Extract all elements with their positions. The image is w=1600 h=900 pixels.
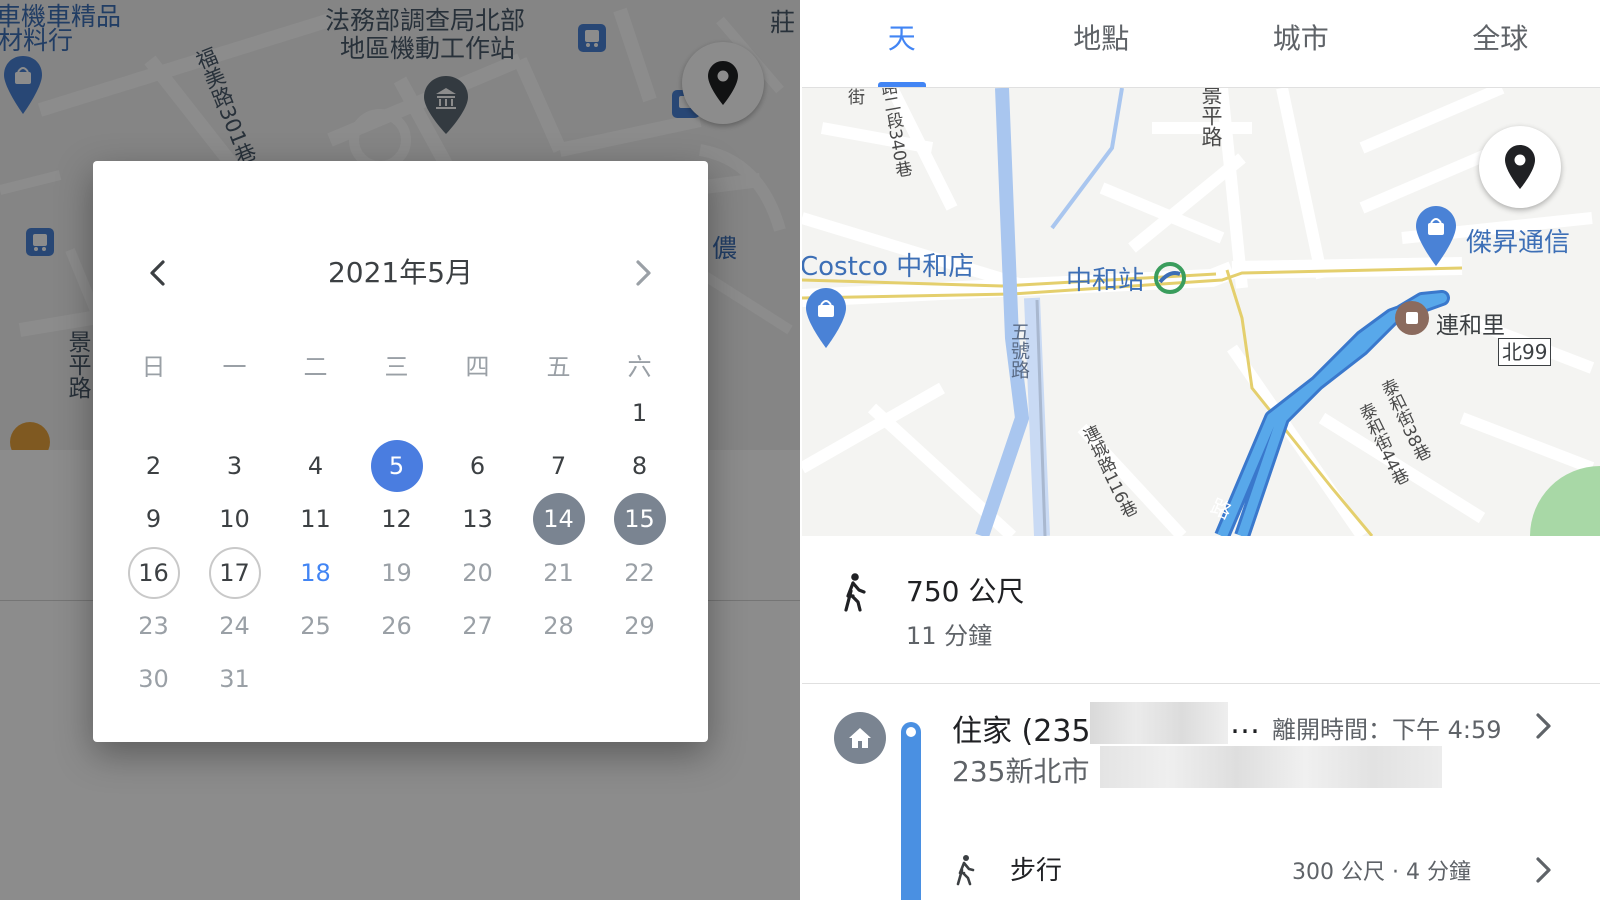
weekday-thu: 四	[465, 353, 490, 381]
tab-day[interactable]: 天	[802, 0, 1002, 87]
map-label-costco: Costco 中和店	[802, 252, 975, 282]
calendar-day[interactable]: 22	[599, 546, 680, 599]
map-pin-button[interactable]	[1479, 126, 1561, 208]
calendar-day[interactable]: 1	[599, 386, 680, 439]
weekday-mon: 一	[222, 353, 247, 381]
map-label-road-ping: 景平路	[1199, 88, 1223, 147]
depart-time: 離開時間：下午 4:59	[1272, 716, 1502, 744]
right-panel: 天 地點 城市 全球 Costco 中和店 中和站 傑昇通信 連和里 北99 路…	[802, 0, 1600, 900]
route-timeline	[901, 722, 921, 900]
calendar-day-selected[interactable]: 5	[356, 439, 437, 492]
calendar-day[interactable]: 6	[437, 439, 518, 492]
screen: 車機車精品 材料行 法務部調查局北部 地區機動工作站 福美路301巷 景平路 莊…	[0, 0, 1600, 900]
empty-cell	[113, 386, 194, 439]
calendar-day[interactable]: 20	[437, 546, 518, 599]
calendar-day[interactable]: 9	[113, 493, 194, 546]
calendar-day[interactable]: 26	[356, 599, 437, 652]
walk-icon	[844, 573, 866, 612]
map-label-road-jie: 街	[844, 88, 864, 105]
calendar-day[interactable]: 8	[599, 439, 680, 492]
calendar-day[interactable]: 11	[275, 493, 356, 546]
calendar-day-highlighted[interactable]: 14	[518, 493, 599, 546]
shopping-bag-icon[interactable]	[806, 288, 846, 348]
walk-icon	[956, 855, 975, 886]
calendar-day[interactable]: 3	[194, 439, 275, 492]
walk-step-label: 步行	[1010, 856, 1063, 886]
calendar-day[interactable]: 2	[113, 439, 194, 492]
calendar-month-title: 2021年5月	[327, 256, 474, 289]
calendar-day[interactable]: 21	[518, 546, 599, 599]
name-ellipsis: …	[1230, 706, 1260, 741]
chevron-right-icon[interactable]	[1532, 856, 1556, 884]
tab-indicator	[877, 82, 926, 87]
calendar-header: 2021年5月	[93, 246, 708, 300]
date-picker-dialog: 2021年5月 日 一 二 三 四 五 六 1 2 3 4 5 6 7 8 9 …	[93, 161, 708, 742]
route-start-dot	[906, 727, 916, 737]
previous-month-button[interactable]	[137, 251, 177, 295]
calendar-day[interactable]: 31	[194, 652, 275, 705]
calendar-day[interactable]: 30	[113, 652, 194, 705]
next-month-button[interactable]	[624, 251, 664, 295]
walk-step-meta: 300 公尺 · 4 分鐘	[1292, 860, 1471, 885]
empty-cell	[518, 386, 599, 439]
route-step-home[interactable]: 住家 (235 … 離開時間：下午 4:59 235新北市 步行 300 公尺 …	[802, 700, 1600, 900]
map-label-store: 傑昇通信	[1466, 228, 1571, 258]
left-panel: 車機車精品 材料行 法務部調查局北部 地區機動工作站 福美路301巷 景平路 莊…	[0, 0, 800, 900]
weekday-wed: 三	[384, 353, 409, 381]
empty-cell	[437, 386, 518, 439]
home-icon	[849, 728, 871, 748]
redacted-block	[1100, 746, 1442, 788]
tab-places[interactable]: 地點	[1002, 0, 1202, 87]
calendar-day[interactable]: 28	[518, 599, 599, 652]
redacted-block	[1090, 702, 1228, 744]
shopping-bag-icon[interactable]	[1416, 206, 1456, 266]
calendar-day[interactable]: 25	[275, 599, 356, 652]
map-label-station: 中和站	[1066, 266, 1145, 296]
chevron-right-icon	[636, 260, 651, 286]
calendar-day-outlined[interactable]: 16	[113, 546, 194, 599]
weekday-fri: 五	[546, 353, 571, 381]
calendar-day[interactable]: 23	[113, 599, 194, 652]
route-distance: 750 公尺	[906, 575, 1025, 608]
calendar-day[interactable]: 7	[518, 439, 599, 492]
weekday-sun: 日	[141, 353, 166, 381]
start-place-name: 住家 (235	[952, 714, 1091, 749]
calendar-day-outlined[interactable]: 17	[194, 546, 275, 599]
calendar-day[interactable]: 27	[437, 599, 518, 652]
calendar-day-highlighted[interactable]: 15	[599, 493, 680, 546]
calendar-day[interactable]: 12	[356, 493, 437, 546]
chevron-left-icon	[150, 260, 165, 286]
map-label-road-wuyi: 五號路	[1008, 322, 1030, 379]
calendar-day-grid: 1 2 3 4 5 6 7 8 9 10 11 12 13 14 15 16 1…	[113, 386, 681, 706]
weekday-tue: 二	[303, 353, 328, 381]
destination-marker-icon[interactable]	[1394, 300, 1430, 336]
scope-tabs: 天 地點 城市 全球	[802, 0, 1600, 88]
tab-world[interactable]: 全球	[1401, 0, 1600, 87]
chevron-right-icon[interactable]	[1532, 712, 1556, 740]
train-icon[interactable]	[1154, 262, 1186, 294]
route-duration: 11 分鐘	[906, 622, 993, 650]
route-badge: 北99	[1498, 338, 1552, 366]
tab-cities[interactable]: 城市	[1201, 0, 1401, 87]
weekday-row: 日 一 二 三 四 五 六	[113, 347, 681, 387]
home-badge	[834, 712, 886, 764]
calendar-day-today[interactable]: 18	[275, 546, 356, 599]
calendar-day[interactable]: 4	[275, 439, 356, 492]
route-map[interactable]: Costco 中和店 中和站 傑昇通信 連和里 北99 路二段340巷 景平路 …	[802, 88, 1600, 536]
calendar-day[interactable]: 19	[356, 546, 437, 599]
empty-cell	[194, 386, 275, 439]
calendar-day[interactable]: 13	[437, 493, 518, 546]
calendar-day[interactable]: 24	[194, 599, 275, 652]
calendar-day[interactable]: 10	[194, 493, 275, 546]
start-address: 235新北市	[952, 755, 1090, 788]
map-label-lianhe: 連和里	[1436, 313, 1505, 339]
empty-cell	[356, 386, 437, 439]
weekday-sat: 六	[627, 353, 652, 381]
map-pin-icon	[1505, 145, 1535, 189]
route-summary: 750 公尺 11 分鐘	[802, 536, 1600, 684]
calendar-day[interactable]: 29	[599, 599, 680, 652]
empty-cell	[275, 386, 356, 439]
